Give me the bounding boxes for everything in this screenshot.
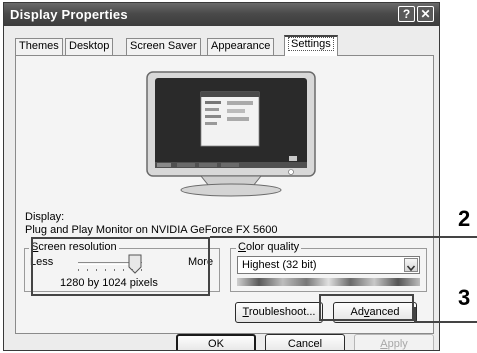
cancel-button[interactable]: Cancel bbox=[265, 334, 345, 350]
window-title: Display Properties bbox=[10, 7, 128, 22]
tab-screen-saver[interactable]: Screen Saver bbox=[126, 38, 201, 55]
callout-number-3: 3 bbox=[458, 285, 471, 310]
color-quality-preview-bar bbox=[237, 278, 420, 286]
apply-button[interactable]: Apply bbox=[354, 334, 434, 350]
title-bar[interactable]: Display Properties ? ✕ bbox=[4, 3, 439, 26]
tab-appearance[interactable]: Appearance bbox=[207, 38, 275, 55]
chevron-down-icon bbox=[406, 265, 416, 272]
callout-2-leader bbox=[210, 236, 477, 238]
tab-desktop[interactable]: Desktop bbox=[65, 38, 114, 55]
tab-settings[interactable]: Settings bbox=[284, 35, 338, 56]
color-quality-select[interactable]: Highest (32 bit) bbox=[237, 256, 420, 274]
ok-button[interactable]: OK bbox=[176, 334, 256, 350]
display-label: Display: bbox=[25, 211, 65, 223]
dropdown-button[interactable] bbox=[404, 258, 418, 272]
help-button[interactable]: ? bbox=[398, 6, 415, 22]
callout-number-2: 2 bbox=[458, 206, 471, 231]
monitor-preview-icon bbox=[146, 71, 316, 197]
display-device-name: Plug and Play Monitor on NVIDIA GeForce … bbox=[25, 224, 278, 236]
callout-box-3 bbox=[319, 294, 414, 321]
color-quality-selected: Highest (32 bit) bbox=[242, 259, 317, 271]
tab-settings-label: Settings bbox=[288, 37, 334, 51]
tab-themes[interactable]: Themes bbox=[15, 38, 63, 55]
callout-3-leader bbox=[414, 321, 477, 323]
color-quality-legend: Color quality bbox=[236, 241, 302, 253]
close-button[interactable]: ✕ bbox=[417, 6, 434, 22]
callout-box-2 bbox=[31, 237, 210, 296]
troubleshoot-button[interactable]: Troubleshoot... bbox=[235, 302, 323, 323]
